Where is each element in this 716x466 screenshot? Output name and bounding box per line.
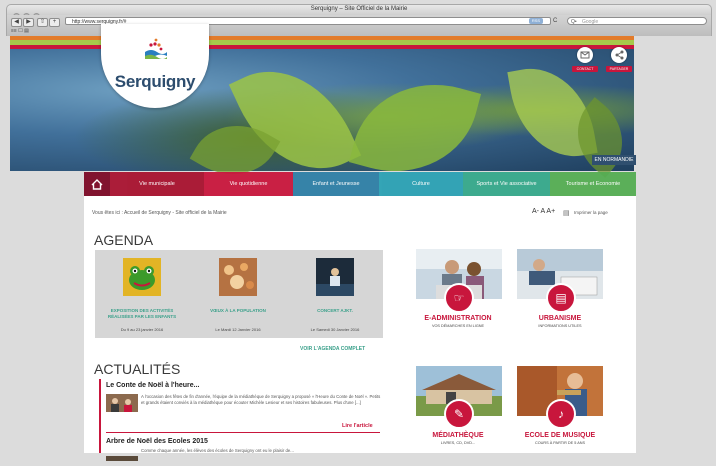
tile-title[interactable]: MÉDIATHÈQUE	[403, 432, 513, 439]
event-title: EXPOSITION DES ACTIVITÉS RÉALISÉES PAR L…	[107, 308, 177, 319]
tile-subtitle: INFORMATIONS UTILES	[538, 324, 582, 328]
search-icon: Q•	[571, 19, 577, 25]
print-icon[interactable]: ▤	[563, 209, 570, 217]
tile-title[interactable]: ECOLE DE MUSIQUE	[505, 432, 615, 439]
window-title: Serquigny – Site Officiel de la Mairie	[310, 6, 408, 12]
news-title[interactable]: Arbre de Noël des Ecoles 2015	[106, 438, 208, 445]
share-icon[interactable]: ⇧	[37, 18, 48, 27]
mail-icon[interactable]	[577, 47, 593, 63]
nav-home[interactable]	[84, 172, 110, 196]
event-date: Le Mardi 12 Janvier 2016	[215, 327, 261, 332]
back-button[interactable]: ◀	[11, 18, 22, 27]
home-icon	[91, 179, 103, 190]
news-title[interactable]: Le Conte de Noël à l'heure...	[106, 382, 199, 389]
event-title: VŒUX À LA POPULATION	[210, 308, 266, 313]
nav-item-tourisme[interactable]: Tourisme et Economie	[550, 172, 636, 196]
full-agenda-link[interactable]: VOIR L'AGENDA COMPLET	[300, 346, 365, 352]
tile-subtitle: COURS À PARTIR DE 5 ANS	[534, 441, 586, 445]
tile-title[interactable]: E-ADMINISTRATION	[403, 315, 513, 322]
pointer-hand-icon[interactable]: ☞	[444, 283, 474, 313]
tile-subtitle: LIVRES, CD, DVD...	[440, 441, 476, 445]
logo-mark-icon	[145, 38, 167, 59]
event-title: CONCERT AJKT.	[317, 308, 353, 313]
event-date: Le Samedi 30 Janvier 2016	[310, 327, 360, 332]
event-date: Du 9 au 23 janvier 2016	[120, 327, 164, 332]
window-titlebar: Serquigny – Site Officiel de la Mairie	[6, 4, 712, 20]
tile-subtitle: VOS DÉMARCHES EN LIGNE	[431, 324, 485, 328]
book-icon[interactable]: ✎	[444, 399, 474, 429]
news-excerpt: A l'occasion des fêtes de fin d'année, l…	[141, 394, 381, 405]
agenda-event[interactable]: EXPOSITION DES ACTIVITÉS RÉALISÉES PAR L…	[95, 250, 189, 338]
event-image-voeux	[219, 258, 257, 296]
news-excerpt: Comme chaque année, les élèves des école…	[141, 448, 294, 453]
page-margin	[636, 36, 710, 453]
bookmarks-bar[interactable]: ≡≡ ☐ ▤	[11, 28, 29, 34]
nav-item-enfant-jeunesse[interactable]: Enfant et Jeunesse	[293, 172, 379, 196]
nav-item-vie-quotidienne[interactable]: Vie quotidienne	[204, 172, 293, 196]
map-icon[interactable]: ▤	[546, 283, 576, 313]
logo-text: Serquigny	[114, 72, 196, 91]
normandie-badge: EN NORMANDIE	[592, 155, 636, 165]
event-image-concert	[316, 258, 354, 296]
news-image	[106, 394, 138, 412]
nav-item-culture[interactable]: Culture	[379, 172, 463, 196]
forward-button[interactable]: ▶	[23, 18, 34, 27]
nav-item-vie-municipale[interactable]: Vie municipale	[110, 172, 204, 196]
contact-link[interactable]: CONTACT	[572, 66, 598, 72]
rss-icon[interactable]: RSS	[529, 18, 543, 24]
reload-icon[interactable]: C	[553, 18, 561, 25]
agenda-heading: AGENDA	[94, 232, 154, 248]
read-more-link[interactable]: Lire l'article	[342, 423, 373, 429]
news-divider	[106, 432, 380, 433]
music-note-icon[interactable]: ♪	[546, 399, 576, 429]
breadcrumb: Vous êtes ici : Accueil de Serquigny - S…	[92, 210, 227, 216]
share-icon[interactable]	[611, 47, 627, 63]
main-navigation: Vie municipale Vie quotidienne Enfant et…	[84, 172, 636, 196]
print-link[interactable]: Imprimer la page	[574, 210, 608, 215]
search-placeholder: Google	[582, 19, 599, 25]
nav-item-sports[interactable]: Sports et Vie associative	[463, 172, 550, 196]
tile-title[interactable]: URBANISME	[505, 315, 615, 322]
agenda-event[interactable]: VŒUX À LA POPULATION Le Mardi 12 Janvier…	[191, 250, 285, 338]
agenda-event[interactable]: CONCERT AJKT. Le Samedi 30 Janvier 2016	[288, 250, 382, 338]
partager-link[interactable]: PARTAGER	[606, 66, 632, 72]
event-image-frog	[123, 258, 161, 296]
add-bookmark-button[interactable]: +	[49, 18, 60, 27]
news-image	[106, 448, 138, 461]
actualites-heading: ACTUALITÉS	[94, 361, 181, 377]
search-input[interactable]: Q• Google	[567, 17, 707, 25]
font-size-controls[interactable]: A- A A+	[532, 208, 555, 215]
